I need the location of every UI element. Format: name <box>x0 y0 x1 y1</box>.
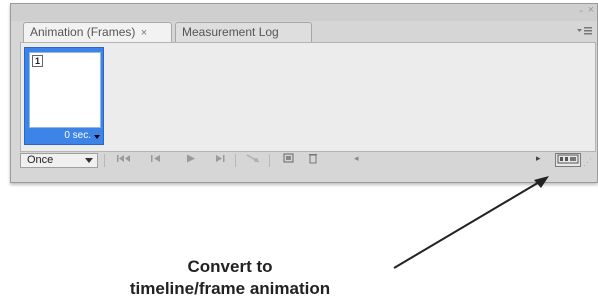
annotation-line-2: timeline/frame animation <box>129 279 331 298</box>
annotation-line-1: Convert to <box>187 257 273 276</box>
annotation-text: Convert to timeline/frame animation <box>110 256 350 300</box>
